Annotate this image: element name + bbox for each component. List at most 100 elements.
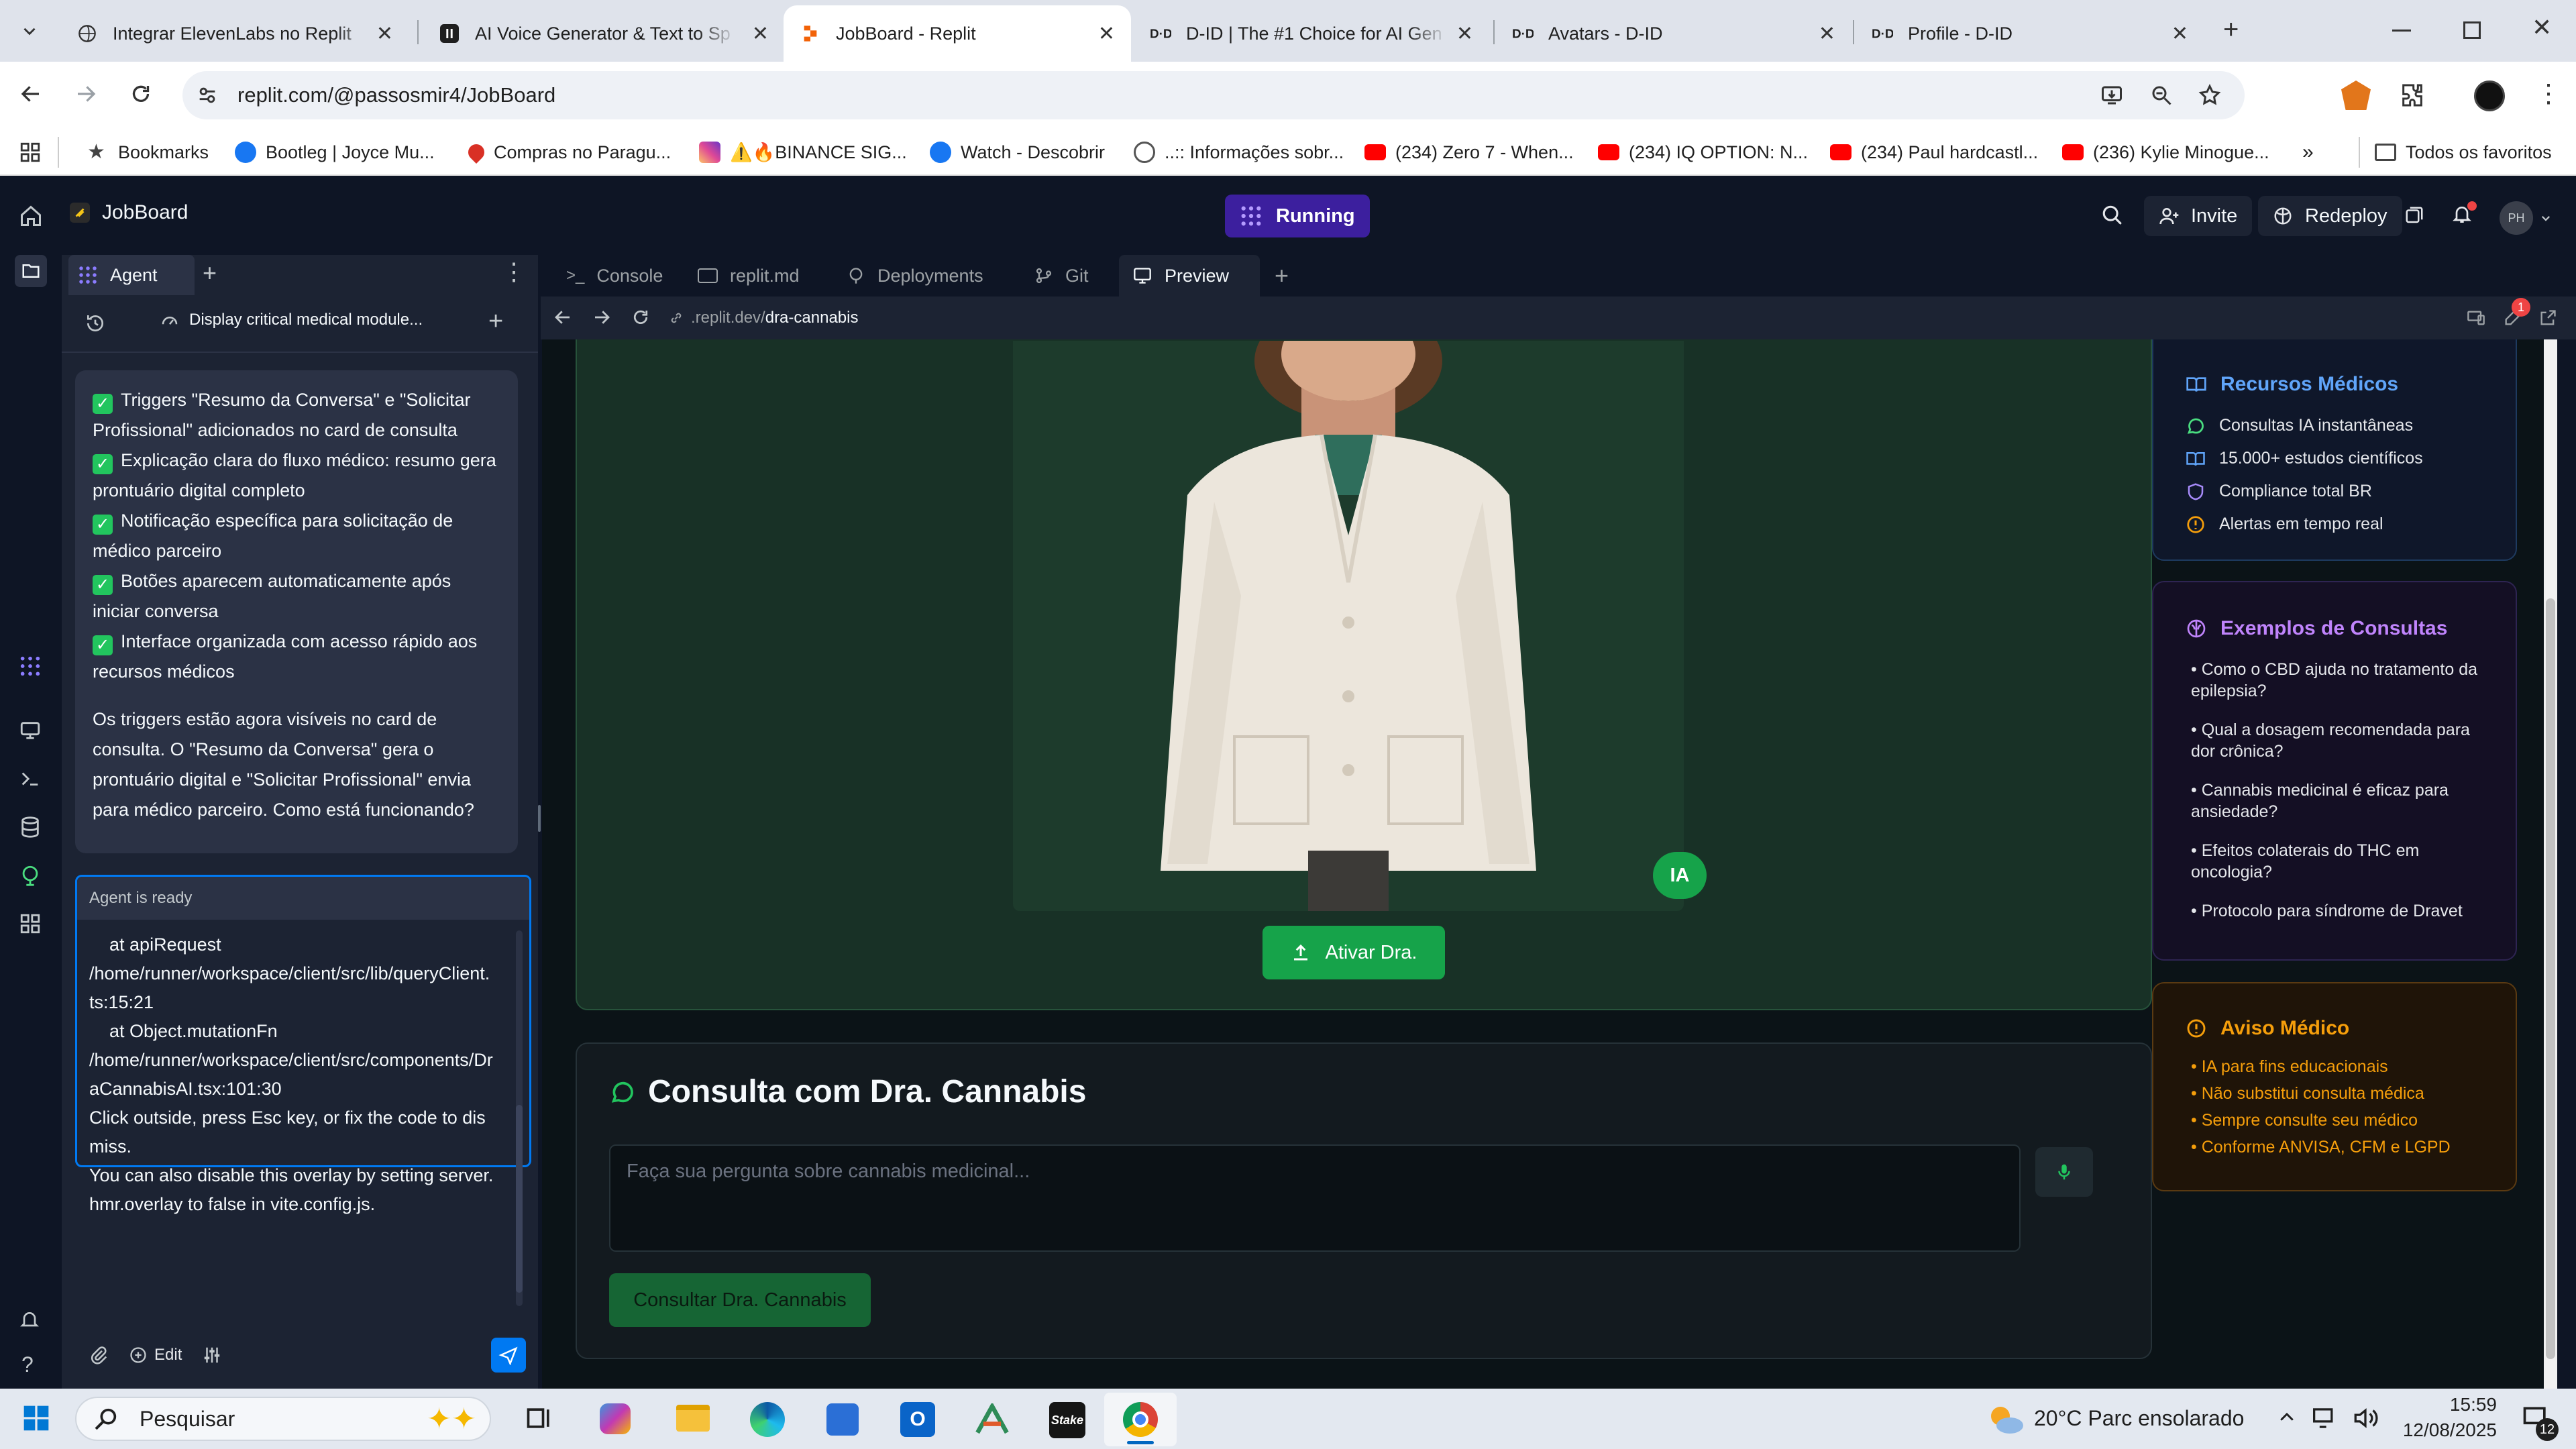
volume-icon[interactable]	[2352, 1406, 2379, 1430]
back-icon[interactable]	[19, 82, 43, 106]
bookmark-item[interactable]: (234) IQ OPTION: N...	[1598, 138, 1808, 166]
shell-icon[interactable]	[19, 767, 42, 790]
stake-app-icon[interactable]: Stake	[1049, 1402, 1085, 1438]
pane-toggle-icon[interactable]	[2404, 205, 2424, 225]
site-info-icon[interactable]	[196, 84, 219, 107]
replit-agent-icon[interactable]	[19, 655, 42, 678]
invite-button[interactable]: Invite	[2144, 196, 2253, 236]
microphone-button[interactable]	[2035, 1147, 2093, 1197]
new-tab-icon[interactable]: +	[1261, 255, 1302, 297]
preview-back-icon[interactable]	[553, 307, 573, 327]
run-status-button[interactable]: Running	[1225, 195, 1370, 237]
microsoft-store-icon[interactable]	[826, 1403, 859, 1436]
redeploy-button[interactable]: Redeploy	[2258, 196, 2402, 236]
user-avatar[interactable]: PH	[2500, 201, 2533, 235]
new-thread-icon[interactable]: +	[488, 307, 503, 336]
bookmark-item[interactable]: Compras no Paragu...	[465, 138, 671, 166]
new-tab-icon[interactable]: +	[203, 259, 217, 287]
browser-tab[interactable]: D·D Profile - D-ID ✕	[1856, 5, 2204, 62]
settings-sliders-icon[interactable]	[202, 1345, 222, 1365]
edge-browser-icon[interactable]	[750, 1402, 785, 1437]
install-app-icon[interactable]	[2100, 83, 2124, 107]
browser-tab[interactable]: D·D Avatars - D-ID ✕	[1496, 5, 1851, 62]
profile-avatar[interactable]	[2474, 80, 2505, 111]
arc-app-icon[interactable]	[974, 1403, 1010, 1436]
reload-icon[interactable]	[129, 82, 153, 106]
devices-icon[interactable]	[2466, 309, 2486, 327]
agent-input-text[interactable]: at apiRequest /home/runner/workspace/cli…	[77, 920, 506, 1295]
close-window-icon[interactable]: ✕	[2532, 13, 2552, 42]
attach-icon[interactable]	[89, 1345, 109, 1365]
bookmark-item[interactable]: (236) Kylie Minogue...	[2062, 138, 2269, 166]
close-tab-icon[interactable]: ✕	[752, 22, 769, 46]
clock-time[interactable]: 15:59	[2412, 1394, 2497, 1415]
bookmark-item[interactable]: Watch - Descobrir	[930, 138, 1105, 166]
search-icon[interactable]	[2101, 204, 2124, 227]
alerts-icon[interactable]	[19, 1309, 40, 1331]
tab-deployments[interactable]: Deployments	[833, 255, 997, 297]
close-tab-icon[interactable]: ✕	[1819, 22, 1835, 46]
browser-tab[interactable]: D·D D-ID | The #1 Choice for AI Gen ✕	[1134, 5, 1489, 62]
browser-tab[interactable]: Integrar ElevenLabs no Replit ✕	[60, 5, 409, 62]
agent-input-box[interactable]: Agent is ready at apiRequest /home/runne…	[75, 875, 531, 1306]
browser-tab-active[interactable]: JobBoard - Replit ✕	[784, 5, 1131, 62]
history-icon[interactable]	[85, 313, 106, 334]
bookmark-star-icon[interactable]	[2198, 83, 2222, 107]
bookmark-item[interactable]: (234) Zero 7 - When...	[1364, 138, 1574, 166]
tab-console[interactable]: >_ Console	[553, 255, 676, 297]
edit-button[interactable]: Edit	[129, 1346, 182, 1364]
browser-tab[interactable]: AI Voice Generator & Text to Sp ✕	[423, 5, 785, 62]
taskbar-search[interactable]: Pesquisar ✦✦	[75, 1397, 491, 1441]
tab-git[interactable]: Git	[1021, 255, 1102, 297]
windows-start-icon[interactable]	[23, 1405, 50, 1432]
deployments-icon[interactable]	[19, 864, 42, 887]
database-icon[interactable]	[19, 816, 42, 839]
tab-replit-md[interactable]: replit.md	[684, 255, 813, 297]
weather-text[interactable]: 20°C Parc ensolarado	[2034, 1406, 2244, 1431]
file-explorer-icon[interactable]	[676, 1405, 710, 1432]
chrome-taskbar-item[interactable]	[1104, 1393, 1177, 1446]
help-icon[interactable]: ?	[21, 1352, 34, 1377]
preview-reload-icon[interactable]	[631, 307, 651, 327]
task-view-icon[interactable]	[525, 1403, 554, 1433]
home-icon[interactable]	[19, 204, 43, 228]
bookmark-item[interactable]: (234) Paul hardcastl...	[1830, 138, 2038, 166]
forward-icon[interactable]	[74, 82, 98, 106]
bookmark-item[interactable]: Bootleg | Joyce Mu...	[235, 138, 435, 166]
maximize-icon[interactable]	[2463, 21, 2481, 39]
tab-search-chevron-icon[interactable]	[15, 16, 44, 46]
thread-title[interactable]: Display critical medical module...	[160, 310, 423, 330]
minimize-icon[interactable]	[2392, 30, 2411, 32]
bookmark-item[interactable]: ..:: Informações sobr...	[1134, 138, 1344, 166]
example-query-item[interactable]: • Qual a dosagem recomendada para dor cr…	[2186, 719, 2494, 762]
send-button[interactable]	[491, 1338, 526, 1373]
example-query-item[interactable]: • Como o CBD ajuda no tratamento da epil…	[2186, 659, 2494, 702]
preview-scrollbar[interactable]	[2544, 339, 2557, 1389]
clock-date[interactable]: 12/08/2025	[2402, 1419, 2497, 1441]
consult-button[interactable]: Consultar Dra. Cannabis	[609, 1273, 871, 1327]
bookmark-item[interactable]: ★ Bookmarks	[87, 138, 209, 166]
preview-url-bar[interactable]: .replit.dev/dra-cannabis	[665, 302, 2269, 334]
close-tab-icon[interactable]: ✕	[1098, 22, 1115, 46]
files-icon[interactable]	[15, 255, 47, 287]
question-textarea[interactable]: Faça sua pergunta sobre cannabis medicin…	[609, 1144, 2021, 1252]
open-new-window-icon[interactable]	[2538, 309, 2557, 327]
tab-agent[interactable]: Agent	[68, 255, 195, 295]
more-bookmarks-icon[interactable]: »	[2302, 138, 2314, 166]
webview-icon[interactable]	[19, 719, 42, 742]
extensions-icon[interactable]	[2399, 82, 2426, 109]
example-query-item[interactable]: • Protocolo para síndrome de Dravet	[2186, 900, 2494, 922]
chevron-down-icon[interactable]	[2540, 212, 2552, 224]
close-tab-icon[interactable]: ✕	[376, 22, 393, 46]
all-bookmarks[interactable]: Todos os favoritos	[2375, 138, 2552, 166]
address-bar[interactable]: replit.com/@passosmir4/JobBoard	[182, 71, 2245, 119]
input-scrollbar[interactable]	[516, 930, 523, 1306]
network-icon[interactable]	[2312, 1406, 2339, 1430]
close-tab-icon[interactable]: ✕	[2171, 22, 2188, 46]
outlook-icon[interactable]: O	[900, 1402, 935, 1437]
project-title[interactable]: JobBoard	[70, 201, 188, 224]
activate-button[interactable]: Ativar Dra.	[1263, 926, 1445, 979]
all-tools-icon[interactable]	[19, 912, 42, 935]
browser-menu-icon[interactable]: ⋮	[2536, 79, 2561, 109]
example-query-item[interactable]: • Cannabis medicinal é eficaz para ansie…	[2186, 780, 2494, 822]
